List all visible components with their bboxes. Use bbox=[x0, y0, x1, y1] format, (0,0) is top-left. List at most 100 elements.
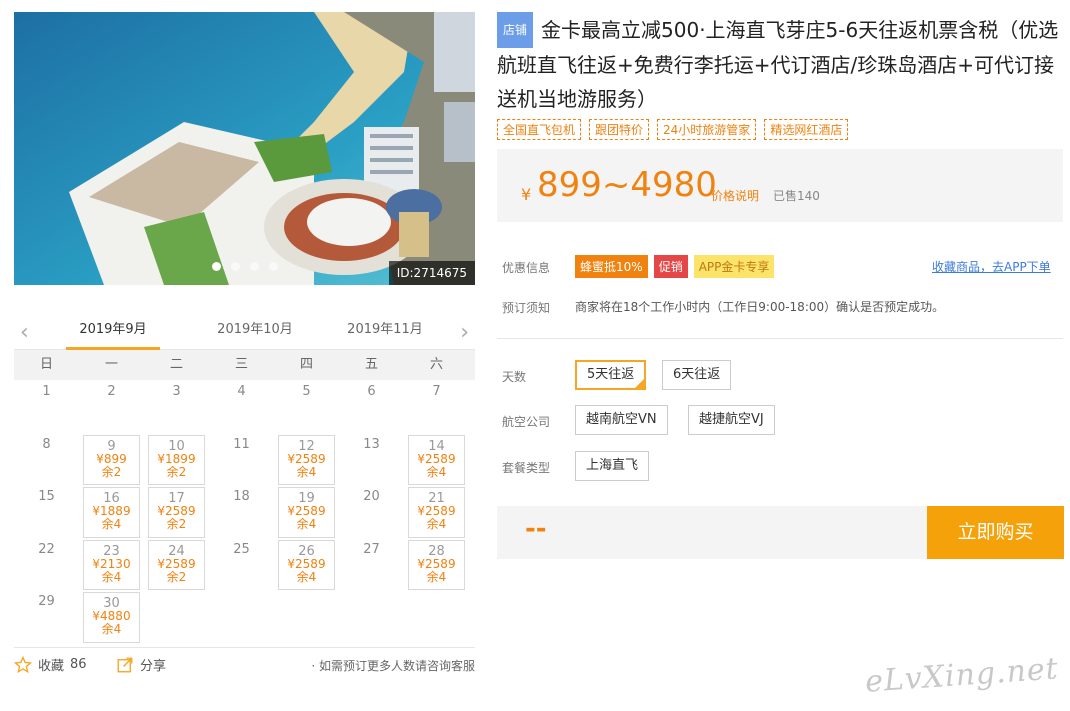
day-number: 7 bbox=[432, 384, 441, 399]
notice-text: 商家将在18个工作小时内（工作日9:00-18:00）确认是否预定成功。 bbox=[575, 300, 945, 314]
calendar-day: 18 bbox=[209, 485, 274, 538]
day-stock: 余4 bbox=[426, 464, 447, 479]
month-tab[interactable]: 2019年9月 bbox=[66, 322, 160, 350]
buy-now-button[interactable]: 立即购买 bbox=[927, 506, 1064, 559]
day-number: 20 bbox=[363, 489, 380, 504]
month-tab[interactable]: 2019年11月 bbox=[320, 322, 450, 350]
day-price: ¥2589 bbox=[417, 556, 456, 571]
calendar-day-available[interactable]: 17 ¥2589 余2 bbox=[148, 487, 205, 538]
share-icon bbox=[117, 657, 133, 672]
calendar-day-available[interactable]: 24 ¥2589 余2 bbox=[148, 539, 205, 590]
promo-badges: 蜂蜜抵10% 促销 APP金卡专享 bbox=[575, 255, 775, 278]
day-number: 1 bbox=[42, 384, 51, 399]
calendar-day-available[interactable]: 10 ¥1899 余2 bbox=[148, 434, 205, 485]
airline-label: 航空公司 bbox=[502, 415, 551, 429]
calendar-day-available[interactable]: 28 ¥2589 余4 bbox=[408, 539, 465, 590]
product-tag: 精选网红酒店 bbox=[764, 119, 849, 140]
option-package-shanghai[interactable]: 上海直飞 bbox=[575, 451, 650, 481]
option-airline-vn[interactable]: 越南航空VN bbox=[575, 405, 668, 435]
calendar-day: 27 bbox=[339, 538, 404, 591]
calendar-day: 11 bbox=[209, 433, 274, 486]
carousel-dot[interactable] bbox=[268, 262, 278, 271]
shop-badge[interactable]: 店铺 bbox=[497, 12, 534, 48]
product-tag: 全国直飞包机 bbox=[497, 119, 582, 140]
calendar-day-available[interactable]: 26 ¥2589 余4 bbox=[278, 539, 335, 590]
weekday-label: 五 bbox=[364, 357, 378, 372]
carousel-dot[interactable] bbox=[211, 262, 221, 271]
calendar-day-available[interactable]: 23 ¥2130 余4 bbox=[83, 539, 140, 590]
day-number: 14 bbox=[428, 438, 445, 454]
calendar-day: 25 bbox=[209, 538, 274, 591]
calendar-day-available[interactable]: 16 ¥1889 余4 bbox=[83, 487, 140, 538]
calendar-day: 29 bbox=[14, 590, 79, 643]
calendar-day-available[interactable]: 9 ¥899 余2 bbox=[83, 434, 140, 485]
app-order-link[interactable]: 收藏商品，去APP下单 bbox=[932, 258, 1051, 275]
product-hero-image[interactable]: ID:2714675 bbox=[14, 12, 475, 285]
weekday-label: 四 bbox=[299, 357, 313, 372]
day-number: 26 bbox=[298, 543, 315, 559]
carousel-dot[interactable] bbox=[249, 262, 259, 271]
day-price: ¥2589 bbox=[287, 556, 326, 571]
weekday-label: 六 bbox=[429, 357, 443, 372]
day-price: ¥2589 bbox=[287, 451, 326, 466]
section-divider bbox=[497, 338, 1063, 339]
calendar-day: 6 bbox=[339, 380, 404, 433]
price-range: 899~4980 bbox=[537, 165, 717, 205]
day-number: 3 bbox=[172, 384, 181, 399]
day-price: ¥2589 bbox=[417, 451, 456, 466]
calendar-header: ‹ 2019年9月 2019年10月 2019年11月 › bbox=[14, 316, 475, 350]
day-number: 12 bbox=[298, 438, 315, 454]
product-title-text: 金卡最高立减500·上海直飞芽庄5-6天往返机票含税（优选航班直飞往返+免费行李… bbox=[497, 18, 1059, 111]
days-label: 天数 bbox=[502, 370, 527, 384]
day-stock: 余4 bbox=[426, 569, 447, 584]
product-tags: 全国直飞包机 跟团特价 24小时旅游管家 精选网红酒店 bbox=[497, 119, 1063, 140]
option-days-5[interactable]: 5天往返 bbox=[575, 360, 647, 390]
option-days-6[interactable]: 6天往返 bbox=[662, 360, 732, 390]
day-number: 4 bbox=[237, 384, 246, 399]
product-title-block: 店铺 金卡最高立减500·上海直飞芽庄5-6天往返机票含税（优选航班直飞往返+免费… bbox=[497, 12, 1063, 140]
calendar-day: 4 bbox=[209, 380, 274, 433]
calendar-day-available[interactable]: 14 ¥2589 余4 bbox=[408, 434, 465, 485]
option-airline-vj[interactable]: 越捷航空VJ bbox=[688, 405, 775, 435]
share-button[interactable]: 分享 bbox=[116, 655, 166, 674]
currency-symbol: ¥ bbox=[521, 185, 532, 204]
calendar-day: 13 bbox=[339, 433, 404, 486]
next-month-icon[interactable]: › bbox=[460, 320, 469, 345]
day-number: 11 bbox=[233, 436, 250, 452]
month-tab[interactable]: 2019年10月 bbox=[190, 322, 320, 350]
price-explain-link[interactable]: 价格说明 bbox=[711, 187, 759, 204]
day-stock: 余4 bbox=[101, 622, 122, 636]
product-title: 店铺 金卡最高立减500·上海直飞芽庄5-6天往返机票含税（优选航班直飞往返+免费… bbox=[497, 12, 1063, 116]
day-price: ¥2130 bbox=[92, 556, 131, 571]
promo-badge: APP金卡专享 bbox=[693, 255, 775, 278]
day-number: 13 bbox=[363, 436, 380, 452]
day-number: 18 bbox=[233, 489, 250, 504]
calendar-day: 15 bbox=[14, 485, 79, 538]
prev-month-icon[interactable]: ‹ bbox=[20, 320, 29, 345]
day-number: 10 bbox=[168, 438, 185, 454]
day-number: 28 bbox=[428, 543, 445, 559]
day-number: 24 bbox=[168, 543, 185, 559]
calendar-day-available[interactable]: 19 ¥2589 余4 bbox=[278, 487, 335, 538]
favorite-button[interactable]: 收藏 86 bbox=[14, 655, 87, 674]
day-stock: 余4 bbox=[101, 517, 122, 531]
favorite-label: 收藏 bbox=[38, 659, 65, 674]
sold-count: 已售140 bbox=[773, 189, 820, 203]
day-stock: 余4 bbox=[426, 517, 447, 531]
calendar-day-available[interactable]: 30 ¥4880 余4 bbox=[83, 592, 140, 643]
day-number: 29 bbox=[38, 594, 55, 609]
day-number: 22 bbox=[38, 541, 55, 557]
price-calendar: ‹ 2019年9月 2019年10月 2019年11月 › 日 一 二 三 四 … bbox=[14, 316, 475, 648]
carousel-dot[interactable] bbox=[230, 262, 240, 271]
calendar-grid: 1 2 3 4 5 6 7 8 9 ¥899 余2 10 ¥1899 余2 11 12 ¥2589 余4 13 14 ¥… bbox=[14, 380, 475, 648]
product-actions: 收藏 86 分享 · 如需预订更多人数请咨询客服 bbox=[14, 655, 475, 677]
package-label: 套餐类型 bbox=[502, 461, 551, 475]
calendar-day: 2 bbox=[79, 380, 144, 433]
calendar-day-available[interactable]: 12 ¥2589 余4 bbox=[278, 434, 335, 485]
calendar-day: 3 bbox=[144, 380, 209, 433]
day-stock: 余4 bbox=[296, 517, 317, 531]
hero-photo bbox=[14, 12, 475, 285]
day-number: 9 bbox=[107, 438, 116, 454]
calendar-day-available[interactable]: 21 ¥2589 余4 bbox=[408, 487, 465, 538]
day-stock: 余4 bbox=[296, 569, 317, 584]
